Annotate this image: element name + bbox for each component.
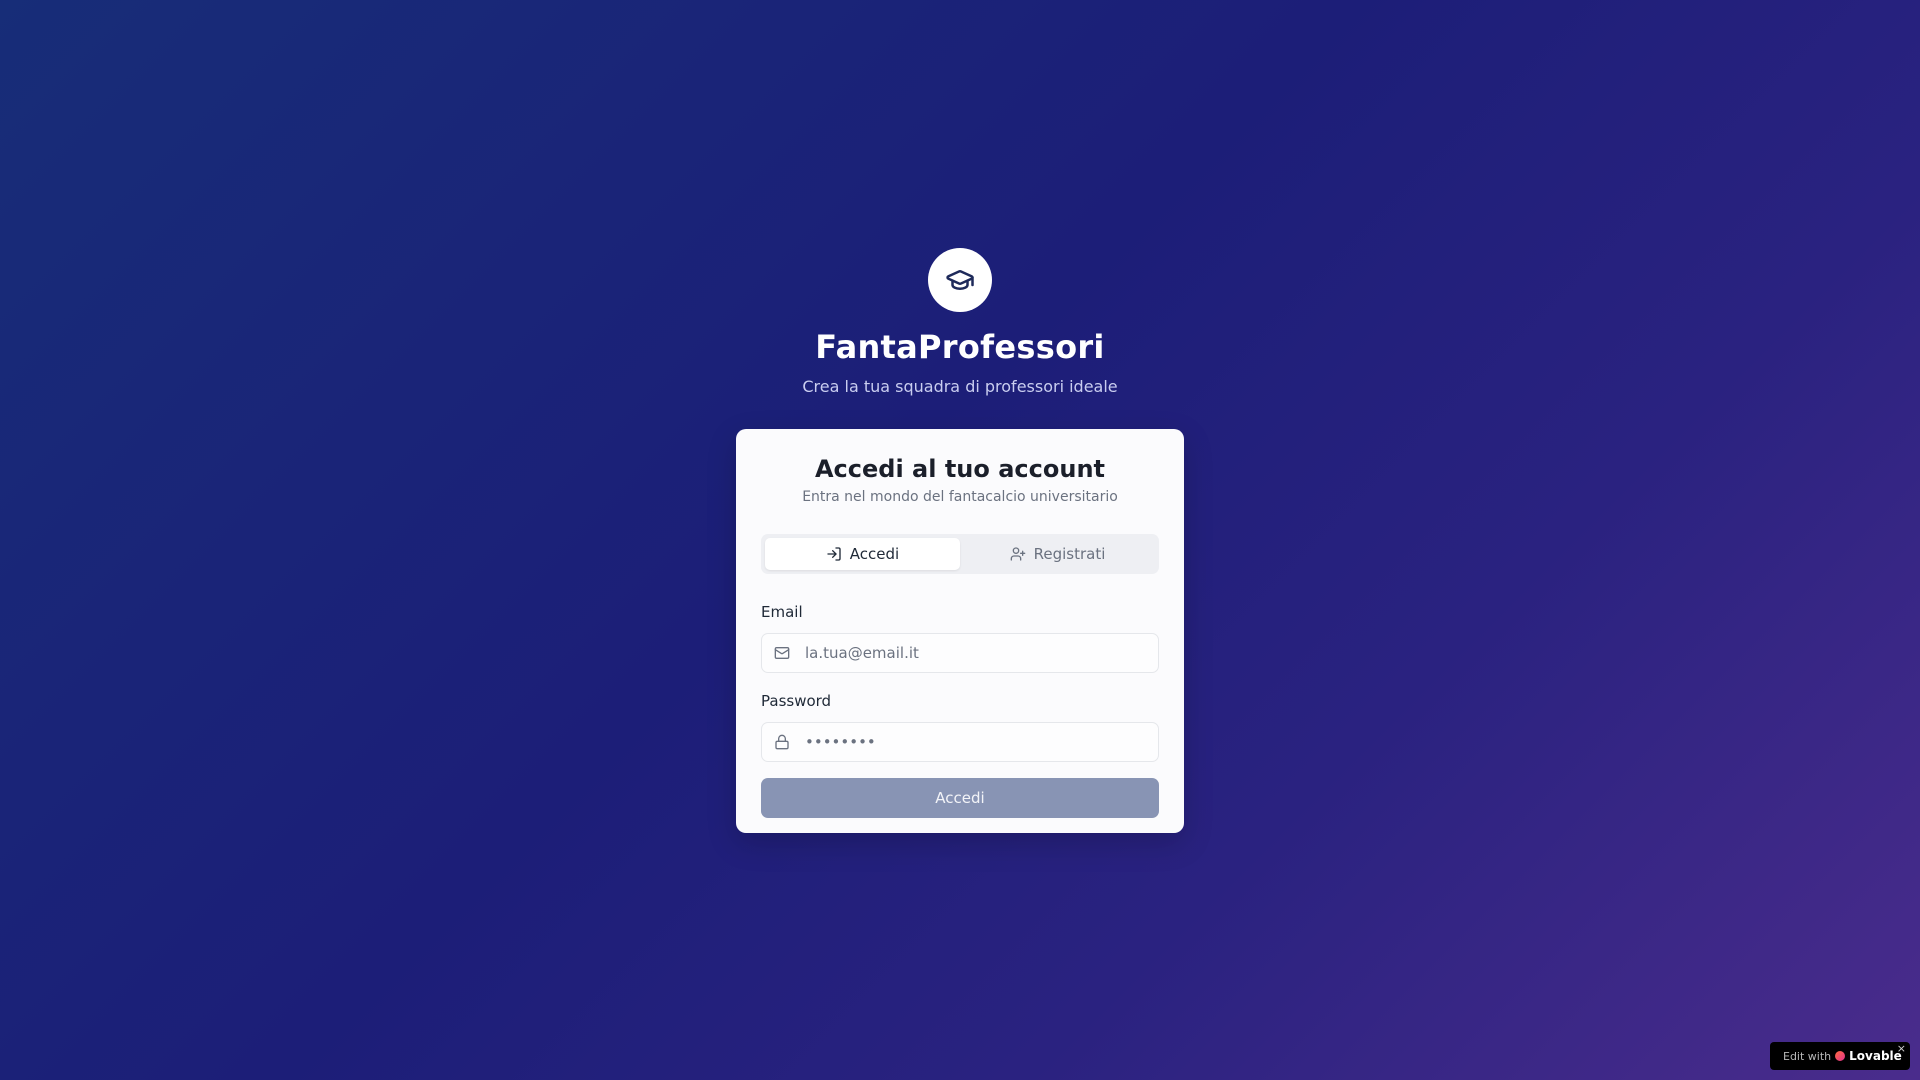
tab-registrati-label: Registrati <box>1033 545 1106 563</box>
badge-brand: Lovable <box>1849 1049 1902 1063</box>
card-title: Accedi al tuo account <box>814 455 1106 483</box>
app-title: FantaProfessori <box>815 328 1105 366</box>
app-subtitle: Crea la tua squadra di professori ideale <box>802 377 1118 396</box>
tab-registrati[interactable]: Registrati <box>960 538 1155 570</box>
email-input[interactable] <box>803 643 1158 663</box>
log-in-icon <box>827 547 841 561</box>
password-input[interactable] <box>803 732 1158 752</box>
tab-accedi[interactable]: Accedi <box>765 538 960 570</box>
lovable-heart-icon <box>1835 1051 1846 1061</box>
graduation-cap-icon <box>946 270 974 290</box>
login-card: Accedi al tuo account Entra nel mondo de… <box>736 429 1184 833</box>
auth-tabs: Accedi Registrati <box>761 534 1159 574</box>
logo <box>928 248 992 312</box>
email-field-wrapper <box>761 633 1159 673</box>
email-label: Email <box>761 603 803 621</box>
lock-icon <box>775 734 789 750</box>
lovable-badge[interactable]: Edit with Lovable × <box>1770 1042 1910 1070</box>
auth-container: FantaProfessori Crea la tua squadra di p… <box>736 248 1184 833</box>
badge-close-icon[interactable]: × <box>1897 1042 1906 1055</box>
badge-edit-text: Edit with <box>1783 1049 1832 1063</box>
tab-accedi-label: Accedi <box>849 545 900 563</box>
password-field-wrapper <box>761 722 1159 762</box>
password-label: Password <box>761 692 832 710</box>
mail-icon <box>774 647 790 659</box>
card-subtitle: Entra nel mondo del fantacalcio universi… <box>802 489 1118 505</box>
user-plus-icon <box>1010 547 1025 561</box>
submit-button[interactable]: Accedi <box>761 778 1159 818</box>
